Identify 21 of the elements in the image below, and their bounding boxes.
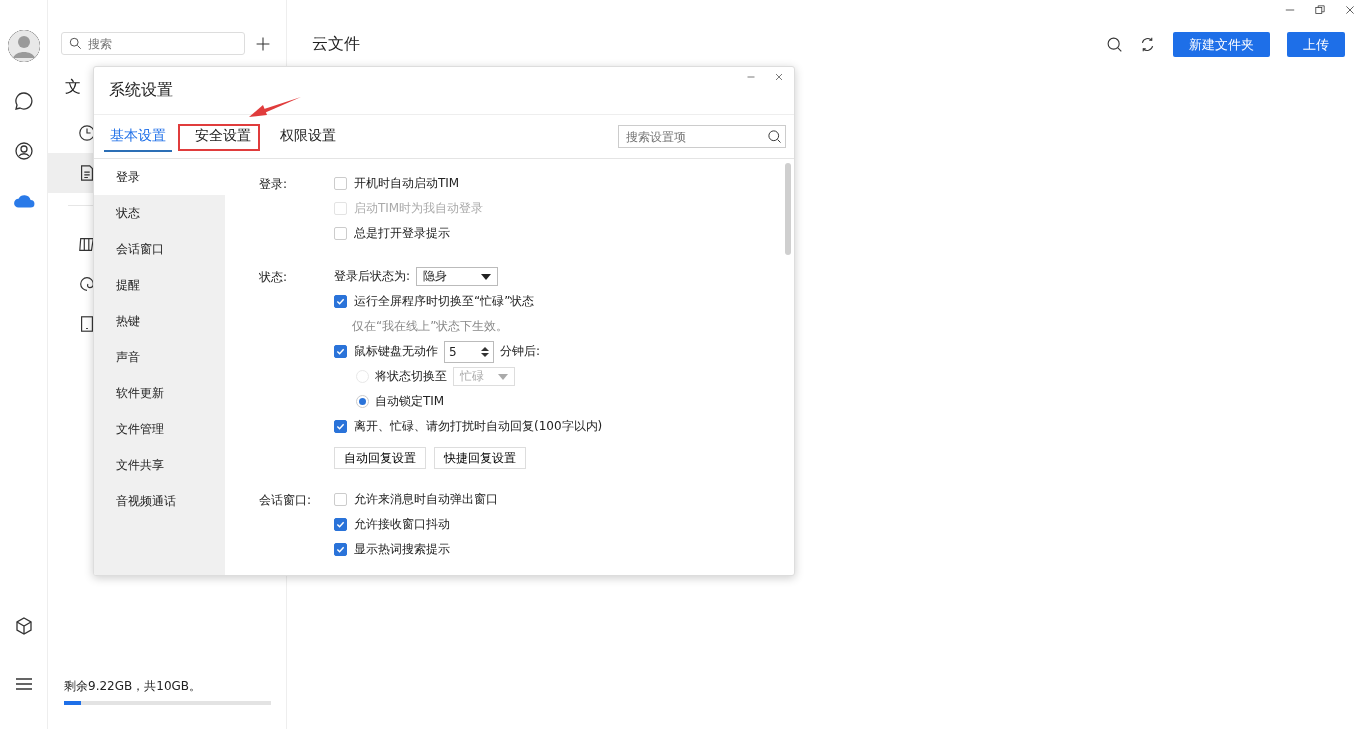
storage-text: 剩余9.22GB，共10GB。	[64, 678, 203, 695]
option-label: 登录后状态为:	[334, 268, 411, 285]
option-label: 开机时自动启动TIM	[354, 175, 460, 192]
option-label: 显示热词搜索提示	[354, 541, 450, 558]
option-label: 自动锁定TIM	[375, 393, 445, 410]
option-label: 将状态切换至	[375, 368, 447, 385]
page-title: 云文件	[312, 34, 361, 55]
section-label: 会话窗口:	[259, 493, 312, 507]
option-label: 鼠标键盘无动作	[354, 343, 438, 360]
option-label: 分钟后:	[500, 343, 541, 360]
option-label: 允许接收窗口抖动	[354, 516, 450, 533]
section-label: 登录:	[259, 177, 288, 191]
option-label: 运行全屏程序时切换至“忙碌”状态	[354, 293, 535, 310]
hint-text: 仅在“我在线上”状态下生效。	[351, 318, 509, 335]
option-label: 离开、忙碌、请勿打扰时自动回复(100字以内)	[354, 418, 603, 435]
section-title: 文	[65, 77, 81, 96]
dialog-title: 系统设置	[109, 80, 173, 101]
option-label: 允许来消息时自动弹出窗口	[354, 491, 498, 508]
section-label: 状态:	[259, 270, 288, 284]
option-label: 启动TIM时为我自动登录	[354, 200, 484, 217]
option-label: 总是打开登录提示	[354, 225, 450, 242]
